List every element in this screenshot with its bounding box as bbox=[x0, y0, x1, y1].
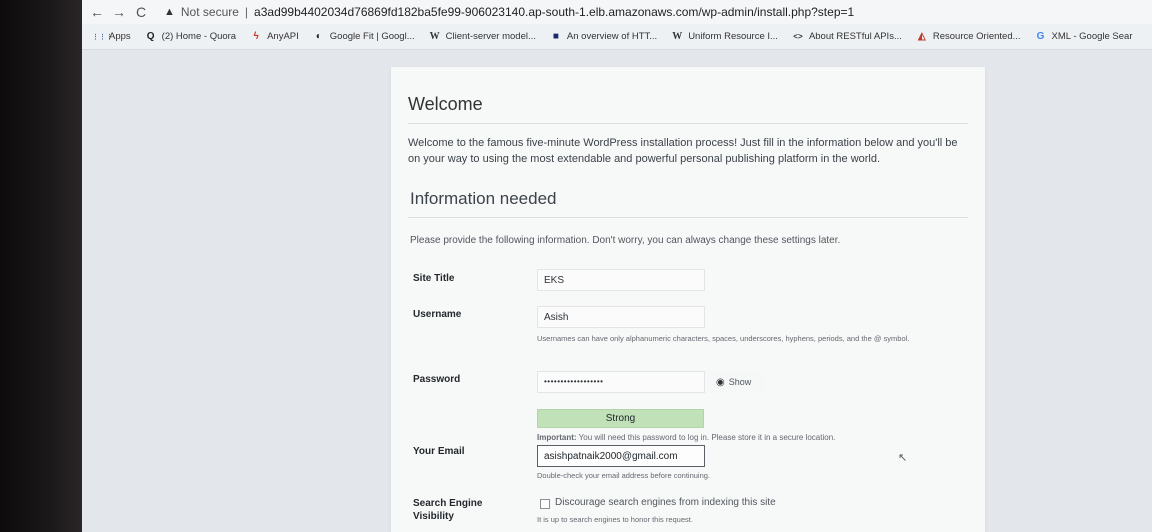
username-label: Username bbox=[413, 309, 462, 320]
info-note: Please provide the following information… bbox=[410, 235, 841, 246]
reload-button[interactable]: C bbox=[130, 4, 152, 20]
email-input[interactable]: asishpatnaik2000@gmail.com bbox=[537, 445, 705, 467]
address-bar: ← → C ▲ Not secure | a3ad99b4402034d7686… bbox=[82, 0, 1152, 24]
mdn-icon: ■ bbox=[552, 31, 559, 42]
bookmark-apps[interactable]: ⋮⋮⋮ Apps bbox=[92, 31, 131, 42]
url-field[interactable]: a3ad99b4402034d76869fd182ba5fe99-9060231… bbox=[254, 5, 854, 19]
show-password-button[interactable]: ◉ Show bbox=[708, 371, 766, 393]
back-button[interactable]: ← bbox=[86, 4, 108, 20]
email-hint: Double-check your email address before c… bbox=[537, 471, 711, 480]
bolt-icon: ϟ bbox=[253, 31, 259, 42]
username-hint: Usernames can have only alphanumeric cha… bbox=[537, 334, 910, 343]
site-title-input[interactable]: EKS bbox=[537, 269, 705, 291]
bookmark-quora[interactable]: Q (2) Home - Quora bbox=[145, 31, 236, 42]
quora-icon: Q bbox=[146, 31, 155, 42]
wikipedia-icon: W bbox=[429, 31, 440, 42]
bookmark-uri[interactable]: W Uniform Resource I... bbox=[671, 31, 778, 42]
intro-text: Welcome to the famous five-minute WordPr… bbox=[408, 137, 958, 165]
bookmark-client-server[interactable]: W Client-server model... bbox=[429, 31, 536, 42]
info-heading: Information needed bbox=[410, 189, 557, 208]
discourage-search-label[interactable]: Discourage search engines from indexing … bbox=[555, 497, 776, 508]
bookmark-resource-oriented[interactable]: ◭ Resource Oriented... bbox=[916, 31, 1021, 42]
apps-grid-icon: ⋮⋮⋮ bbox=[92, 33, 113, 41]
wikipedia-icon: W bbox=[672, 31, 683, 42]
password-strength-meter: Strong bbox=[537, 409, 704, 428]
warning-icon[interactable]: ▲ bbox=[164, 6, 175, 18]
bookmark-http-overview[interactable]: ■ An overview of HTT... bbox=[550, 31, 657, 42]
password-important-note: Important: You will need this password t… bbox=[537, 433, 836, 442]
eye-icon: ◉ bbox=[716, 377, 725, 388]
google-icon: G bbox=[1036, 31, 1045, 42]
page-background: Welcome Welcome to the famous five-minut… bbox=[82, 50, 1152, 532]
site-title-label: Site Title bbox=[413, 273, 455, 284]
security-label[interactable]: Not secure bbox=[181, 5, 239, 19]
divider bbox=[408, 123, 968, 124]
username-input[interactable]: Asish bbox=[537, 306, 705, 328]
bookmark-anyapi[interactable]: ϟ AnyAPI bbox=[250, 31, 298, 42]
search-visibility-label: Search Engine Visibility bbox=[413, 498, 483, 522]
globe-icon: ◐ bbox=[315, 31, 322, 42]
discourage-search-hint: It is up to search engines to honor this… bbox=[537, 515, 693, 524]
bookmarks-bar: ⋮⋮⋮ Apps Q (2) Home - Quora ϟ AnyAPI ◐ Googl… bbox=[82, 24, 1152, 50]
browser-window: ← → C ▲ Not secure | a3ad99b4402034d7686… bbox=[82, 0, 1152, 532]
bookmark-restful[interactable]: <> About RESTful APIs... bbox=[792, 31, 902, 42]
email-label: Your Email bbox=[413, 446, 465, 457]
install-card: Welcome Welcome to the famous five-minut… bbox=[391, 67, 985, 532]
divider bbox=[408, 217, 968, 218]
monitor-bezel bbox=[0, 0, 82, 532]
password-input[interactable]: •••••••••••••••••• bbox=[537, 371, 705, 393]
bookmark-google-fit[interactable]: ◐ Google Fit | Googl... bbox=[313, 31, 415, 42]
discourage-search-checkbox[interactable] bbox=[540, 499, 550, 509]
code-icon: <> bbox=[793, 32, 803, 41]
password-label: Password bbox=[413, 374, 461, 385]
forward-button[interactable]: → bbox=[108, 4, 130, 20]
cloud-icon: ◭ bbox=[918, 31, 926, 42]
mouse-cursor-icon: ↖ bbox=[898, 452, 908, 464]
welcome-heading: Welcome bbox=[408, 94, 483, 114]
url-separator: | bbox=[244, 5, 249, 19]
bookmark-xml-google[interactable]: G XML - Google Sear bbox=[1035, 31, 1133, 42]
